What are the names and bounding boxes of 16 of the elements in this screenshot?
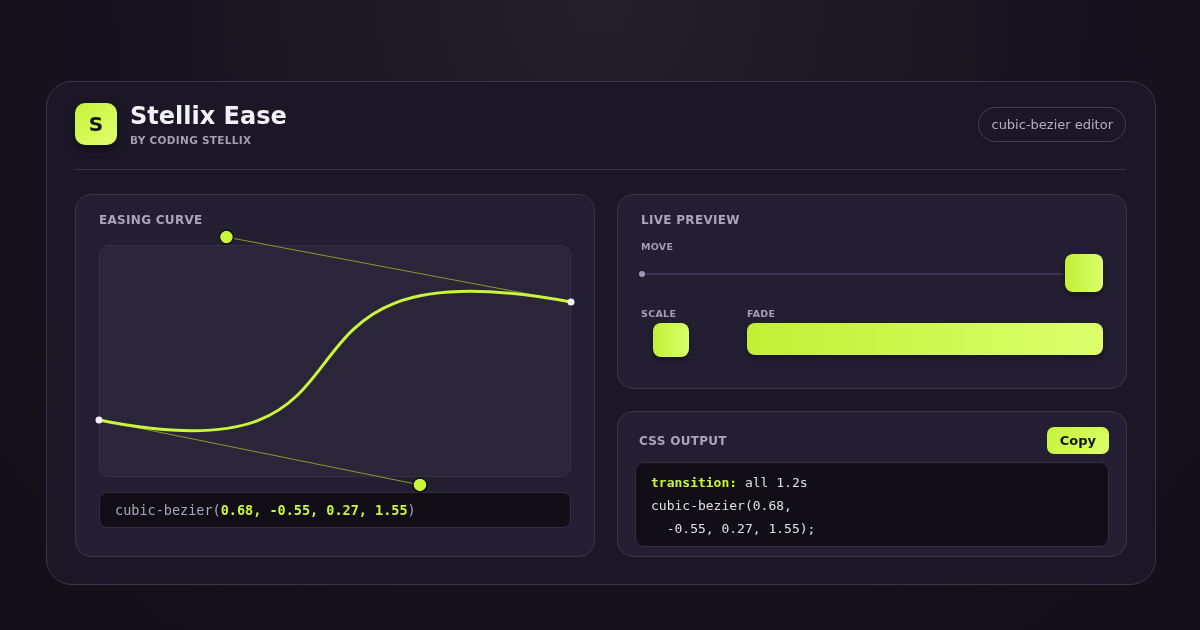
code-line: -0.55, 0.27, 1.55); (665, 520, 817, 538)
panel-title: CSS OUTPUT (639, 433, 727, 448)
copy-button[interactable]: Copy (1046, 427, 1109, 454)
panel-title: LIVE PREVIEW (641, 213, 741, 227)
code-line: cubic-bezier(0.68, (651, 497, 793, 515)
move-label: MOVE (641, 241, 675, 252)
app-logo: S (75, 103, 117, 145)
app-title: Stellix Ease (130, 102, 287, 130)
app-subtitle: BY CODING STELLIX (130, 134, 253, 146)
scale-label: SCALE (641, 308, 678, 319)
move-preview-block (1065, 254, 1103, 292)
fade-label: FADE (747, 308, 777, 319)
scale-preview-block (653, 323, 689, 357)
panel-title: EASING CURVE (99, 213, 204, 227)
code-line: transition: all 1.2s (651, 474, 809, 492)
bezier-readout: cubic-bezier(0.68, -0.55, 0.27, 1.55) (99, 492, 571, 528)
